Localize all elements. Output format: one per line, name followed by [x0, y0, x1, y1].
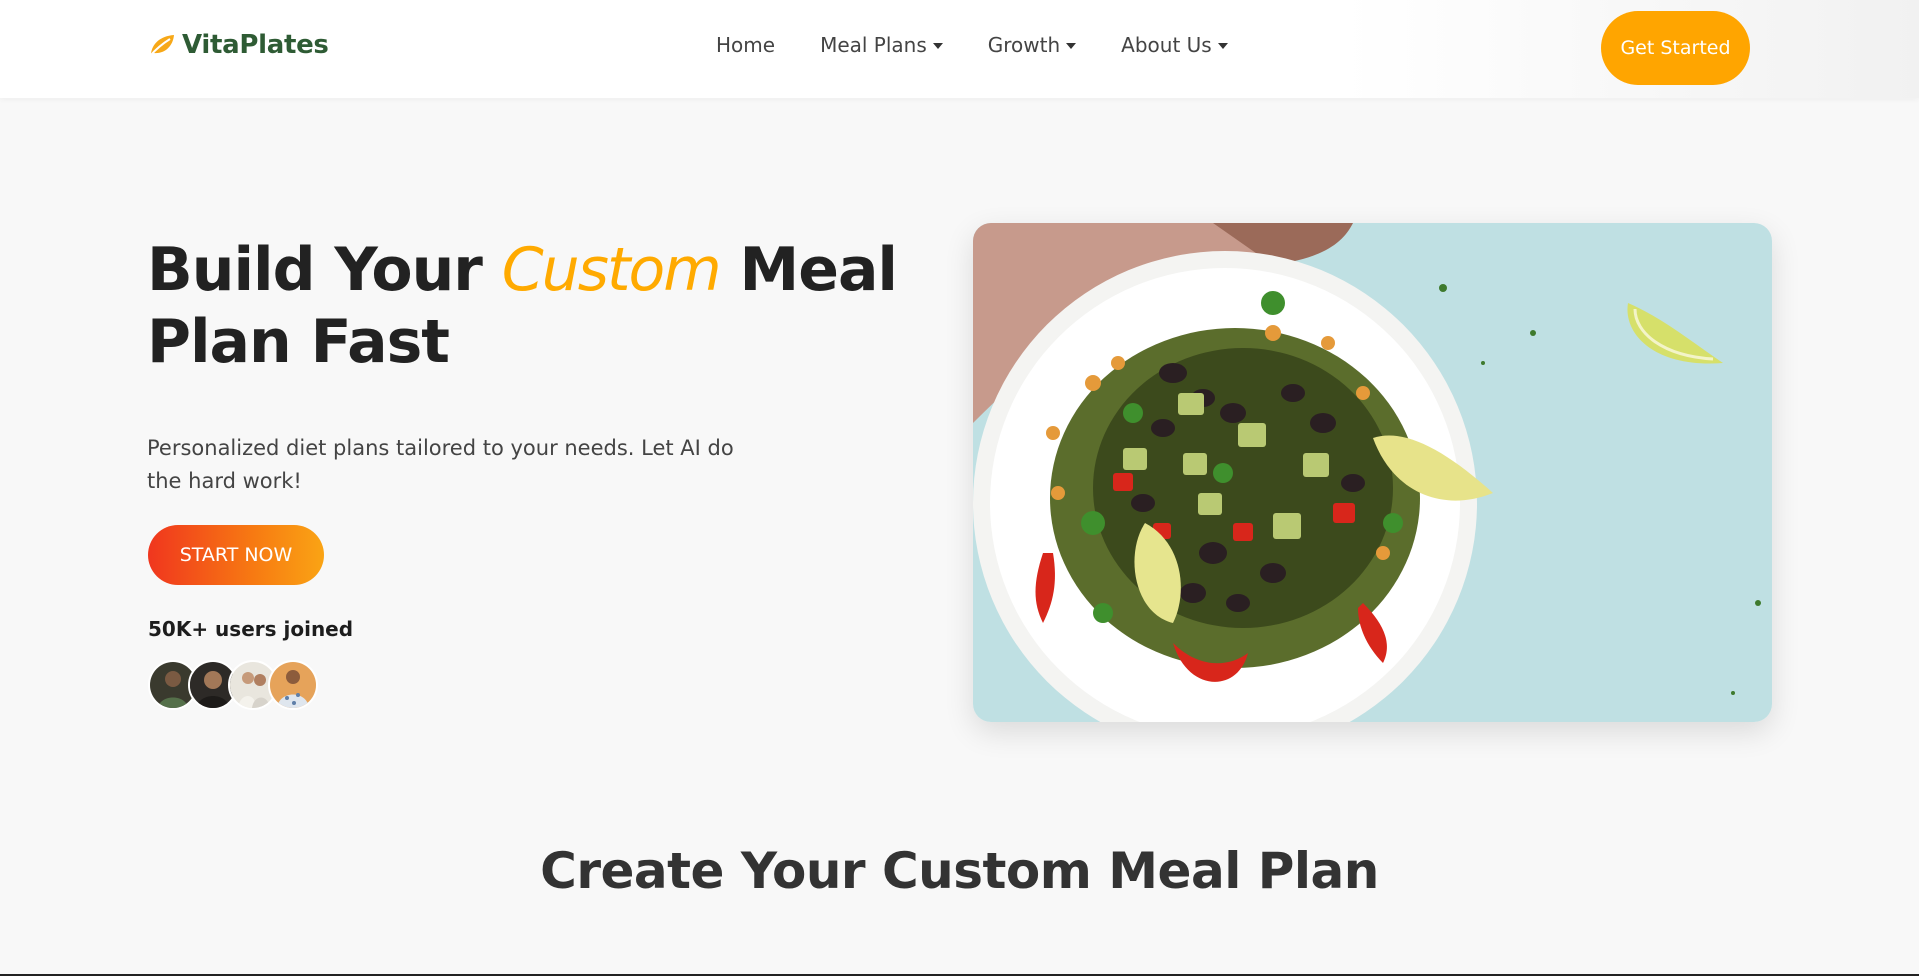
get-started-button[interactable]: Get Started: [1601, 11, 1750, 85]
nav-item-label: Growth: [987, 33, 1061, 57]
nav-item-label: About Us: [1121, 33, 1212, 57]
hero-food-image: [973, 223, 1772, 722]
section-title: Create Your Custom Meal Plan: [540, 842, 1379, 900]
nav-item-meal-plans[interactable]: Meal Plans: [820, 33, 943, 57]
nav-item-growth[interactable]: Growth: [987, 33, 1077, 57]
hero-title-accent: Custom: [501, 235, 722, 305]
caret-down-icon: [932, 43, 943, 49]
brand-name: VitaPlates: [182, 30, 329, 60]
caret-down-icon: [1066, 43, 1077, 49]
nav-item-about-us[interactable]: About Us: [1121, 33, 1228, 57]
hero-title: Build Your Custom Meal Plan Fast: [147, 234, 907, 378]
navbar: VitaPlates Home Meal Plans Growth About …: [0, 0, 1919, 98]
brand-logo[interactable]: VitaPlates: [148, 30, 329, 60]
leaf-icon: [149, 35, 174, 57]
user-avatars: [148, 660, 318, 710]
nav-item-label: Home: [716, 33, 776, 57]
nav-item-home[interactable]: Home: [716, 33, 775, 57]
users-joined-text: 50K+ users joined: [148, 617, 354, 641]
avatar: [268, 660, 318, 710]
hero-title-part1: Build Your: [147, 235, 502, 305]
main-nav: Home Meal Plans Growth About Us: [716, 33, 1228, 57]
nav-item-label: Meal Plans: [820, 33, 927, 57]
caret-down-icon: [1217, 43, 1228, 49]
hero-subtitle: Personalized diet plans tailored to your…: [147, 436, 734, 493]
start-now-button[interactable]: START NOW: [148, 525, 324, 585]
